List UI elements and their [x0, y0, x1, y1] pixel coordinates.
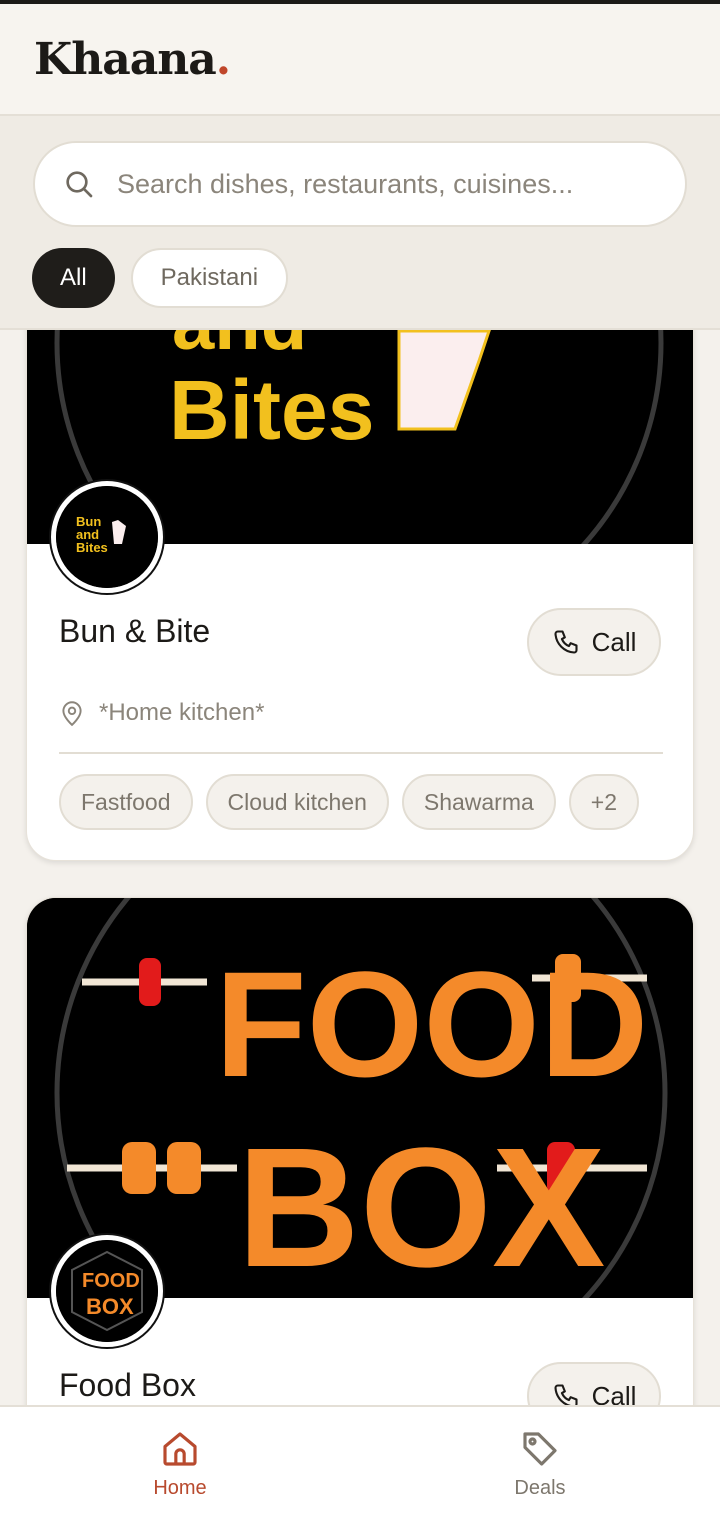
cuisine-tags: Fastfood Cloud kitchen Shawarma +2	[59, 774, 640, 830]
app-logo: Khaana.	[34, 34, 231, 85]
home-icon	[163, 1432, 197, 1466]
cuisine-tag[interactable]: Shawarma	[401, 774, 556, 830]
svg-text:BOX: BOX	[86, 1294, 134, 1319]
nav-deals[interactable]: Deals	[360, 1407, 720, 1532]
location-pin-icon	[62, 701, 82, 727]
filter-chips: All Pakistani	[32, 248, 289, 308]
search-input[interactable]	[117, 168, 657, 200]
location-text: *Home kitchen*	[99, 699, 265, 726]
restaurant-card[interactable]: and Bites Bun and Bites Bun & Bite Call	[26, 240, 694, 861]
bottom-navigation: Home Deals	[0, 1405, 720, 1532]
svg-text:Bites: Bites	[76, 540, 108, 555]
call-button-label: Call	[591, 626, 637, 657]
call-button[interactable]: Call	[527, 608, 661, 676]
svg-text:FOOD: FOOD	[82, 1270, 140, 1292]
search-icon	[66, 171, 93, 198]
tag-icon	[523, 1432, 557, 1466]
filter-chip-pakistani[interactable]: Pakistani	[130, 248, 289, 308]
card-divider	[59, 752, 663, 754]
more-tags-chip[interactable]: +2	[568, 774, 640, 830]
restaurant-location: *Home kitchen*	[59, 699, 264, 727]
search-filter-bar: All Pakistani	[0, 116, 720, 330]
cuisine-tag[interactable]: Fastfood	[59, 774, 193, 830]
cuisine-tag[interactable]: Cloud kitchen	[205, 774, 389, 830]
restaurant-logo: FOOD BOX	[51, 1235, 163, 1347]
logo-dot: .	[215, 34, 231, 85]
phone-icon	[554, 630, 578, 654]
nav-home-label: Home	[153, 1477, 207, 1499]
app-header: Khaana.	[0, 4, 720, 116]
nav-home[interactable]: Home	[0, 1407, 360, 1532]
filter-chip-all[interactable]: All	[32, 248, 115, 308]
banner-text-top: FOOD	[215, 940, 648, 1108]
restaurant-name: Bun & Bite	[59, 613, 211, 649]
nav-deals-label: Deals	[514, 1477, 566, 1499]
banner-text-main: BOX	[237, 1113, 605, 1298]
restaurant-name: Food Box	[59, 1367, 196, 1403]
search-bar[interactable]	[33, 141, 687, 227]
restaurant-logo: Bun and Bites	[51, 481, 163, 593]
banner-text-main: Bites	[169, 363, 374, 457]
